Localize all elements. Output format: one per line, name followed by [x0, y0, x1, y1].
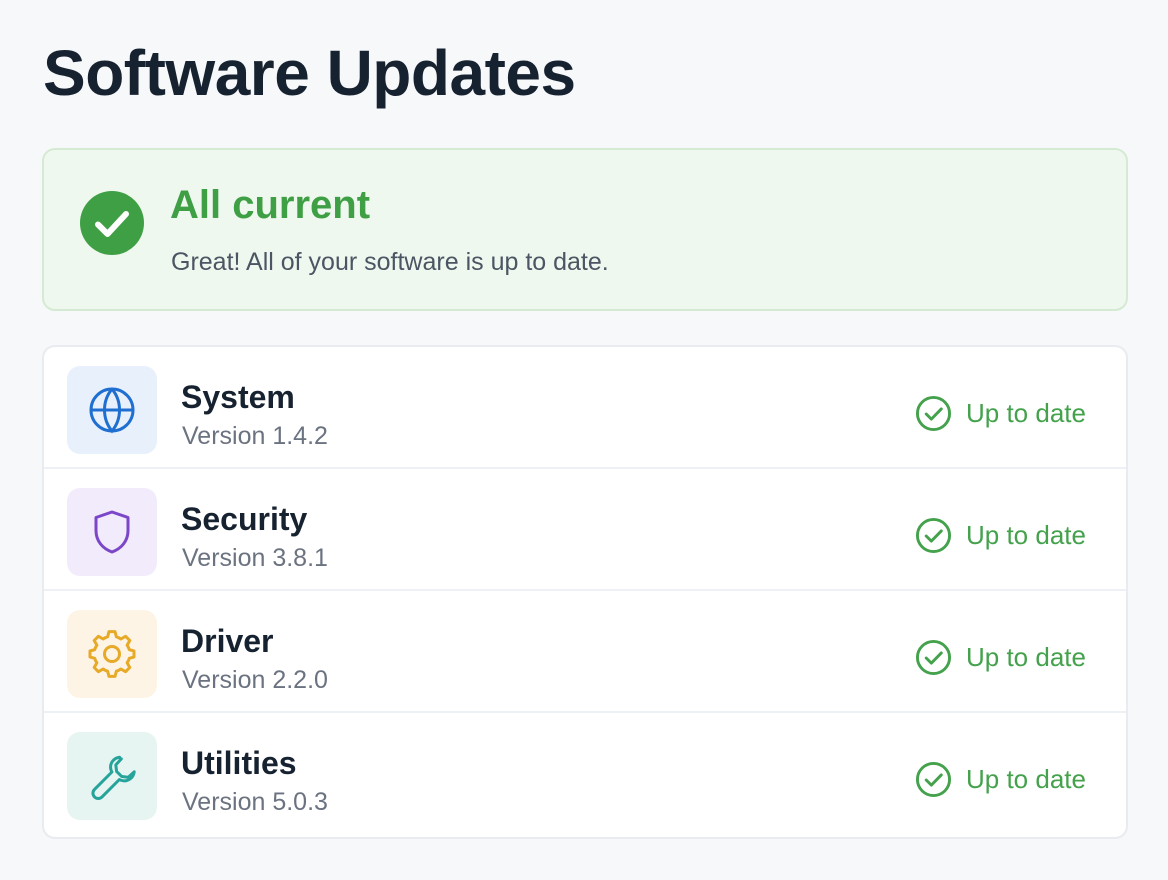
software-item-name: Security: [181, 501, 308, 537]
software-item-status: Up to date: [915, 394, 1086, 432]
check-circle-outline-icon: [915, 517, 952, 553]
update-status-message: Great! All of your software is up to dat…: [171, 248, 609, 276]
software-item-utilities[interactable]: Utilities Version 5.0.3 Up to date: [44, 713, 1126, 835]
check-circle-outline-icon: [915, 639, 952, 675]
software-item-system[interactable]: System Version 1.4.2 Up to date: [44, 347, 1126, 469]
check-circle-outline-icon: [915, 761, 952, 797]
software-item-icon-box: [67, 732, 157, 820]
update-status-banner: [42, 148, 1128, 311]
software-item-status-label: Up to date: [966, 520, 1086, 550]
software-item-icon-box: [67, 488, 157, 576]
software-updates-page: Software Updates All current Great! All …: [0, 0, 1168, 880]
software-item-status: Up to date: [915, 516, 1086, 554]
software-item-status: Up to date: [915, 638, 1086, 676]
globe-icon: [89, 387, 135, 434]
update-status-heading: All current: [170, 183, 371, 227]
software-item-security[interactable]: Security Version 3.8.1 Up to date: [44, 469, 1126, 591]
software-item-version: Version 5.0.3: [182, 788, 328, 816]
software-item-status-label: Up to date: [966, 764, 1086, 794]
software-item-status-label: Up to date: [966, 642, 1086, 672]
software-item-version: Version 2.2.0: [182, 666, 328, 694]
software-update-list: System Version 1.4.2 Up to date Security…: [42, 345, 1128, 839]
software-item-icon-box: [67, 610, 157, 698]
software-item-status-label: Up to date: [966, 398, 1086, 428]
software-item-name: Driver: [181, 623, 274, 659]
software-item-icon-box: [67, 366, 157, 454]
software-item-driver[interactable]: Driver Version 2.2.0 Up to date: [44, 591, 1126, 713]
wrench-icon: [91, 755, 136, 800]
check-circle-outline-icon: [915, 395, 952, 431]
software-item-version: Version 3.8.1: [182, 544, 328, 572]
check-circle-icon: [80, 191, 144, 255]
shield-icon: [94, 510, 130, 554]
page-title: Software Updates: [43, 37, 576, 109]
software-item-status: Up to date: [915, 760, 1086, 798]
software-item-version: Version 1.4.2: [182, 422, 328, 450]
software-item-name: System: [181, 379, 295, 415]
gear-icon: [88, 630, 136, 678]
software-item-name: Utilities: [181, 745, 297, 781]
